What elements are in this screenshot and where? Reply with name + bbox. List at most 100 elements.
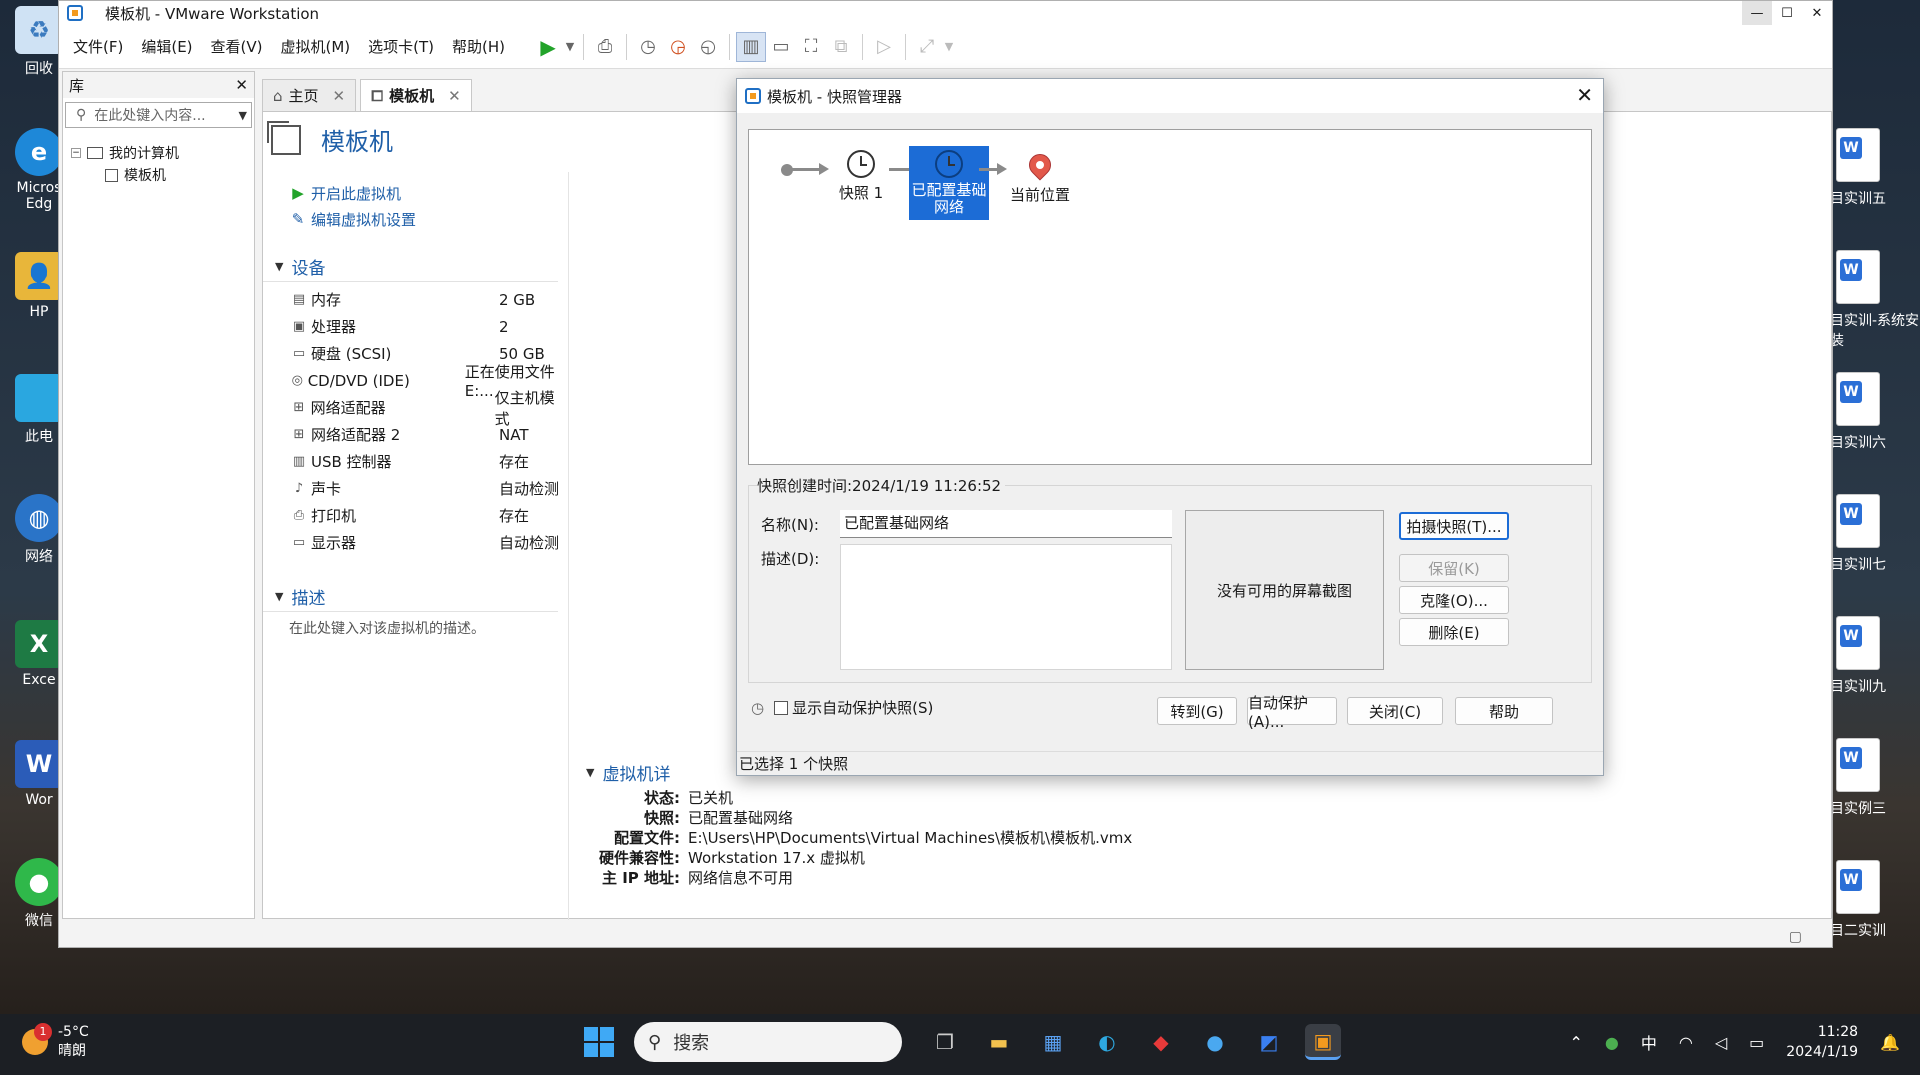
unity-icon[interactable]: ⧉ [826,32,856,62]
device-row[interactable]: ▥ USB 控制器 存在 [263,448,568,475]
tab-close-icon[interactable]: ✕ [448,87,461,105]
volume-icon[interactable]: ◁ [1715,1033,1727,1052]
dialog-close-button[interactable]: ✕ [1576,83,1593,107]
clock-icon [935,150,963,178]
dialog-title: 模板机 - 快照管理器 [767,87,902,106]
desktop-file[interactable]: 目二实训 [1830,860,1920,940]
vmware-taskbar-icon[interactable]: ▣ [1305,1024,1341,1060]
screenshot-preview: 没有可用的屏幕截图 [1185,510,1384,670]
ime-indicator[interactable]: 中 [1641,1030,1657,1054]
arrow-right-icon [819,163,829,175]
take-snapshot-button[interactable]: 拍摄快照(T)... [1399,512,1509,540]
stretch-dropdown-icon[interactable]: ▼ [942,32,956,62]
task-view-icon[interactable]: ❐ [927,1024,963,1060]
desktop-file[interactable]: 目实训五 [1830,128,1920,208]
taskbar-clock[interactable]: 11:28 2024/1/19 [1786,1022,1858,1062]
menu-tabs[interactable]: 选项卡(T) [368,36,434,57]
device-row[interactable]: ▭ 显示器 自动检测 [263,529,568,556]
snapshot-revert-icon[interactable]: ◶ [663,32,693,62]
device-row[interactable]: ▣ 处理器 2 [263,313,568,340]
snapshot-node-1[interactable]: 快照 1 [831,150,891,203]
close-button[interactable]: ✕ [1802,1,1832,25]
menu-edit[interactable]: 编辑(E) [141,36,192,57]
full-screen-icon[interactable]: ⛶ [796,32,826,62]
chevron-down-icon[interactable]: ▼ [239,109,247,122]
goto-button[interactable]: 转到(G) [1157,697,1237,725]
delete-button[interactable]: 删除(E) [1399,618,1509,646]
desktop-file[interactable]: 目实训-系统安装 [1830,250,1920,350]
snapshot-tree[interactable]: 快照 1 已配置基础网络 当前位置 [748,129,1592,465]
show-autoprotect-checkbox[interactable] [774,700,789,715]
edit-settings-link[interactable]: ✎ 编辑虚拟机设置 [263,206,568,232]
chevron-up-icon[interactable]: ⌃ [1569,1033,1582,1052]
network-adapter-icon: ⊞ [293,400,305,415]
device-row[interactable]: ⊞ 网络适配器 2 NAT [263,421,568,448]
thumbnail-view-icon[interactable]: ▭ [766,32,796,62]
app-red-diamond-icon[interactable]: ◆ [1143,1024,1179,1060]
display-icon: ▭ [292,535,306,550]
menu-help[interactable]: 帮助(H) [452,36,505,57]
snapshot-take-icon[interactable]: ◷ [633,32,663,62]
library-view-icon[interactable]: ▥ [736,31,767,62]
power-dropdown-icon[interactable]: ▼ [563,32,577,62]
wifi-icon[interactable]: ◠ [1679,1033,1693,1052]
device-row[interactable]: ⊞ 网络适配器 仅主机模式 [263,389,568,428]
file-explorer-icon[interactable]: ▬ [981,1024,1017,1060]
menu-file[interactable]: 文件(F) [73,36,123,57]
send-keys-icon[interactable]: ⎙ [590,32,620,62]
devices-section-header[interactable]: ▼ 设备 [263,254,558,282]
tree-item-my-computer[interactable]: − 我的计算机 [71,142,254,164]
console-icon[interactable]: ▷ [869,32,899,62]
weather-icon: 1 [22,1023,52,1055]
weather-widget[interactable]: 1 -5°C 晴朗 [22,1023,89,1060]
word-doc-icon [1836,860,1880,914]
tab-home[interactable]: ⌂ 主页 ✕ [262,79,357,111]
power-on-icon[interactable]: ▶ [533,32,563,62]
play-icon: ▶ [292,184,304,202]
edge-icon[interactable]: ◐ [1089,1024,1125,1060]
snapshot-details-group: 名称(N): 已配置基础网络 描述(D): 没有可用的屏幕截图 拍摄快照(T).… [748,485,1592,683]
app-blue-circle-icon[interactable]: ● [1197,1024,1233,1060]
description-section-header[interactable]: ▼ 描述 [263,584,558,612]
desktop-file[interactable]: 目实训九 [1830,616,1920,696]
current-location-node[interactable]: 当前位置 [1005,149,1075,205]
menu-view[interactable]: 查看(V) [211,36,263,57]
store-icon[interactable]: ▦ [1035,1024,1071,1060]
battery-icon[interactable]: ▭ [1749,1033,1764,1052]
stretch-icon[interactable]: ⤢ [912,32,942,62]
snapshot-manager-icon[interactable]: ◵ [693,32,723,62]
app-blue-shape-icon[interactable]: ◩ [1251,1024,1287,1060]
keep-button[interactable]: 保留(K) [1399,554,1509,582]
help-button[interactable]: 帮助 [1455,697,1553,725]
dialog-close-action-button[interactable]: 关闭(C) [1347,697,1443,725]
autoprotect-button[interactable]: 自动保护(A)... [1247,694,1337,731]
menu-vm[interactable]: 虚拟机(M) [281,36,351,57]
status-bar-icon[interactable]: ▢ [1789,929,1802,945]
tree-item-vm[interactable]: 模板机 [71,164,254,186]
snapshot-name-field[interactable]: 已配置基础网络 [840,510,1172,538]
bell-icon[interactable]: 🔔 [1880,1033,1900,1052]
desktop-file[interactable]: 目实训六 [1830,372,1920,452]
clone-button[interactable]: 克隆(O)... [1399,586,1509,614]
device-row[interactable]: ♪ 声卡 自动检测 [263,475,568,502]
vm-icon [105,168,118,182]
power-on-link[interactable]: ▶ 开启此虚拟机 [263,180,568,206]
taskbar-search[interactable]: ⚲ 搜索 [634,1022,902,1062]
tab-close-icon[interactable]: ✕ [333,87,346,105]
maximize-button[interactable]: ☐ [1772,1,1802,25]
desktop-file[interactable]: 目实训七 [1830,494,1920,574]
windows-start-icon[interactable] [584,1027,614,1057]
tray-app-icon[interactable]: ● [1605,1033,1619,1052]
desktop-file[interactable]: 目实例三 [1830,738,1920,818]
monitor-icon [15,374,63,422]
description-placeholder[interactable]: 在此处键入对该虚拟机的描述。 [263,618,568,638]
library-close-button[interactable]: ✕ [235,76,248,94]
collapse-icon[interactable]: − [71,148,81,158]
device-row[interactable]: ▤ 内存 2 GB [263,286,568,313]
minimize-button[interactable]: — [1742,1,1772,25]
tab-vm[interactable]: ⧠ 模板机 ✕ [360,79,472,111]
snapshot-description-field[interactable] [840,544,1172,670]
snapshot-node-selected[interactable]: 已配置基础网络 [909,146,989,220]
device-row[interactable]: ⎙ 打印机 存在 [263,502,568,529]
library-search-input[interactable]: ⚲ 在此处键入内容... ▼ [65,102,252,128]
